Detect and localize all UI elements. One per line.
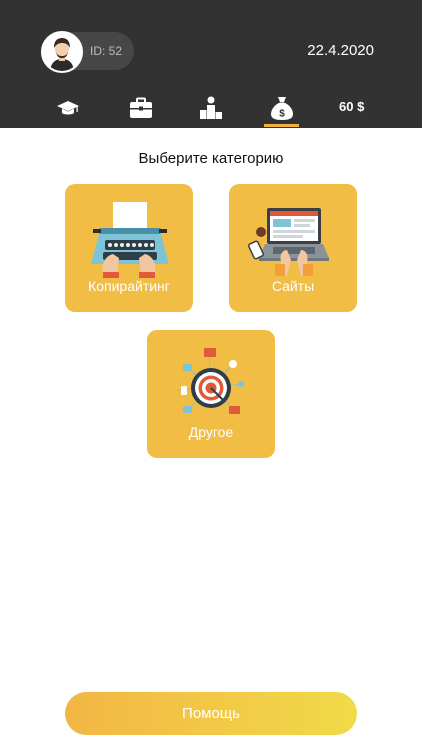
- briefcase-icon: [130, 97, 152, 118]
- svg-text:$: $: [279, 109, 285, 120]
- tab-work[interactable]: [126, 94, 156, 122]
- user-avatar-icon: [43, 33, 81, 71]
- podium-icon: [200, 96, 222, 119]
- help-button[interactable]: Помощь: [65, 692, 357, 735]
- balance-amount[interactable]: 60 $: [339, 99, 364, 114]
- header-bar: ID: 52 22.4.2020 $ 60 $: [0, 0, 422, 128]
- category-label: Сайты: [271, 278, 315, 294]
- category-websites[interactable]: Сайты: [229, 184, 357, 312]
- page-title: Выберите категорию: [138, 150, 284, 167]
- tab-finance[interactable]: $: [267, 94, 297, 122]
- money-bag-icon: $: [271, 97, 293, 120]
- graduation-cap-icon: [57, 101, 79, 115]
- tab-rating[interactable]: [196, 94, 226, 122]
- category-label: Копирайтинг: [88, 278, 170, 294]
- current-date: 22.4.2020: [307, 42, 374, 59]
- category-copywriting[interactable]: Копирайтинг: [65, 184, 193, 312]
- category-label: Другое: [188, 424, 234, 440]
- avatar[interactable]: [41, 31, 83, 73]
- category-other[interactable]: Другое: [147, 330, 275, 458]
- tab-education[interactable]: [53, 94, 83, 122]
- active-tab-indicator: [264, 124, 299, 127]
- user-id-text: ID: 52: [90, 44, 123, 58]
